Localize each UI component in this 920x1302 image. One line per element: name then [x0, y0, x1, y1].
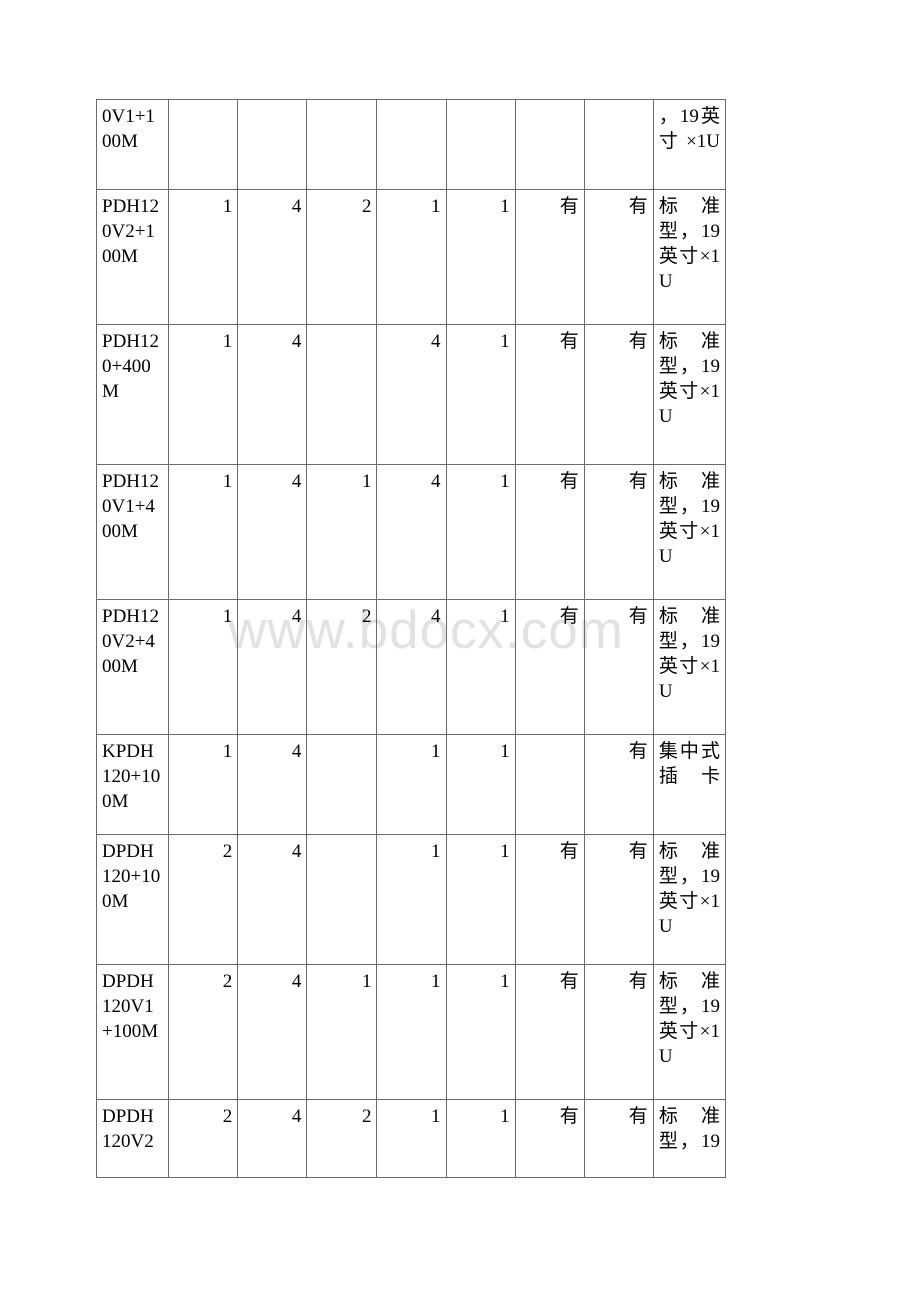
- cell-value-1: 1: [168, 189, 239, 325]
- cell-value-6: 有: [514, 834, 585, 965]
- cell-value-2: 4: [237, 324, 308, 465]
- cell-value-5: 1: [445, 464, 516, 600]
- cell-value-2: [237, 99, 308, 190]
- cell-note: 标准型，19英寸×1U: [652, 464, 727, 600]
- cell-value-6: 有: [514, 964, 585, 1100]
- cell-note: ，19英寸×1U: [652, 99, 727, 190]
- cell-value-3: [306, 834, 378, 965]
- cell-value-7: 有: [583, 599, 654, 735]
- cell-value-6: 有: [514, 464, 585, 600]
- cell-value-1: 2: [168, 834, 239, 965]
- cell-value-1: 1: [168, 464, 239, 600]
- cell-value-4: 4: [376, 599, 447, 735]
- table-row: PDH120V2+100M 1 4 2 1 1 有有标准型，19英寸×1U: [95, 189, 727, 325]
- cell-value-5: 1: [445, 964, 516, 1100]
- cell-value-4: 1: [376, 834, 447, 965]
- table-row: PDH120V1+400M 1 4 1 4 1 有有标准型，19英寸×1U: [95, 464, 727, 600]
- cell-value-1: 1: [168, 599, 239, 735]
- cell-value-1: 2: [168, 964, 239, 1100]
- table-row: DPDH120V2 2 4 2 1 1 有有标准型，19: [95, 1099, 727, 1178]
- cell-value-2: 4: [237, 964, 308, 1100]
- cell-value-6: 有: [514, 599, 585, 735]
- cell-value-6: 有: [514, 1099, 585, 1178]
- cell-note: 标准型，19英寸×1U: [652, 964, 727, 1100]
- cell-value-5: 1: [445, 599, 516, 735]
- cell-model: DPDH120V1+100M: [95, 964, 170, 1100]
- cell-value-4: [376, 99, 447, 190]
- table-row: KPDH120+100M 1 4 1 1 有集中式插卡: [95, 734, 727, 835]
- device-spec-table: 0V1+100M ，19英寸×1U PDH120V2+100M 1 4 2 1 1 有有标准型，…: [95, 99, 727, 1178]
- cell-value-7: [583, 99, 654, 190]
- cell-value-2: 4: [237, 464, 308, 600]
- cell-model: DPDH120V2: [95, 1099, 170, 1178]
- cell-value-5: 1: [445, 834, 516, 965]
- cell-value-3: [306, 324, 378, 465]
- cell-value-4: 4: [376, 324, 447, 465]
- table-row: DPDH120V1+100M 2 4 1 1 1 有有标准型，19英寸×1U: [95, 964, 727, 1100]
- table-row: 0V1+100M ，19英寸×1U: [95, 99, 727, 190]
- cell-value-5: 1: [445, 189, 516, 325]
- cell-value-7: 有: [583, 964, 654, 1100]
- cell-model: DPDH120+100M: [95, 834, 170, 965]
- cell-value-6: 有: [514, 324, 585, 465]
- cell-value-5: 1: [445, 1099, 516, 1178]
- cell-value-7: 有: [583, 734, 654, 835]
- cell-value-2: 4: [237, 834, 308, 965]
- cell-model: KPDH120+100M: [95, 734, 170, 835]
- cell-value-4: 1: [376, 189, 447, 325]
- cell-note: 标准型，19英寸×1U: [652, 324, 727, 465]
- cell-value-7: 有: [583, 834, 654, 965]
- cell-value-6: [514, 99, 585, 190]
- cell-value-6: 有: [514, 189, 585, 325]
- cell-value-4: 4: [376, 464, 447, 600]
- cell-note: 标准型，19英寸×1U: [652, 189, 727, 325]
- cell-value-7: 有: [583, 189, 654, 325]
- cell-model: 0V1+100M: [95, 99, 170, 190]
- cell-model: PDH120V1+400M: [95, 464, 170, 600]
- spec-table-container: 0V1+100M ，19英寸×1U PDH120V2+100M 1 4 2 1 1 有有标准型，…: [95, 99, 727, 1178]
- cell-value-1: [168, 99, 239, 190]
- cell-model: PDH120+400M: [95, 324, 170, 465]
- cell-note: 标准型，19英寸×1U: [652, 599, 727, 735]
- cell-value-1: 1: [168, 734, 239, 835]
- cell-value-5: 1: [445, 734, 516, 835]
- cell-value-6: [514, 734, 585, 835]
- cell-value-3: 2: [306, 1099, 378, 1178]
- document-page: www.bdocx.com 0V1+100M ，19英寸×1U PDH120V2+1…: [0, 0, 920, 1302]
- table-row: PDH120V2+400M 1 4 2 4 1 有有标准型，19英寸×1U: [95, 599, 727, 735]
- cell-note: 标准型，19: [652, 1099, 727, 1178]
- cell-value-3: 2: [306, 599, 378, 735]
- cell-value-2: 4: [237, 189, 308, 325]
- cell-value-1: 2: [168, 1099, 239, 1178]
- cell-value-3: 1: [306, 464, 378, 600]
- cell-value-4: 1: [376, 734, 447, 835]
- cell-value-2: 4: [237, 599, 308, 735]
- cell-value-7: 有: [583, 324, 654, 465]
- cell-value-4: 1: [376, 964, 447, 1100]
- cell-value-3: 2: [306, 189, 378, 325]
- cell-value-4: 1: [376, 1099, 447, 1178]
- cell-value-3: [306, 734, 378, 835]
- cell-value-7: 有: [583, 464, 654, 600]
- cell-note: 集中式插卡: [652, 734, 727, 835]
- cell-value-7: 有: [583, 1099, 654, 1178]
- cell-value-3: [306, 99, 378, 190]
- cell-value-5: 1: [445, 324, 516, 465]
- cell-value-5: [445, 99, 516, 190]
- cell-value-2: 4: [237, 1099, 308, 1178]
- cell-note: 标准型，19英寸×1U: [652, 834, 727, 965]
- spec-table-body: 0V1+100M ，19英寸×1U PDH120V2+100M 1 4 2 1 1 有有标准型，…: [95, 99, 727, 1178]
- cell-model: PDH120V2+100M: [95, 189, 170, 325]
- table-row: DPDH120+100M 2 4 1 1 有有标准型，19英寸×1U: [95, 834, 727, 965]
- cell-value-3: 1: [306, 964, 378, 1100]
- cell-value-1: 1: [168, 324, 239, 465]
- cell-model: PDH120V2+400M: [95, 599, 170, 735]
- cell-value-2: 4: [237, 734, 308, 835]
- table-row: PDH120+400M 1 4 4 1 有有标准型，19英寸×1U: [95, 324, 727, 465]
